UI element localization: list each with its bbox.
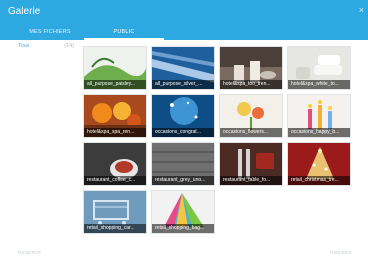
insert-button[interactable]: INSERER xyxy=(330,250,352,255)
close-icon[interactable]: × xyxy=(359,5,364,15)
gallery-item-caption: occasions_congrat... xyxy=(152,128,214,137)
gallery-item-caption: occasions_happy_b... xyxy=(288,128,350,137)
gallery-item[interactable]: retail_christmas_tre... xyxy=(287,142,351,186)
gallery-item[interactable]: restaurant_table_fo... xyxy=(219,142,283,186)
sidebar-item-count: (14) xyxy=(64,43,74,49)
sidebar-item-label: Tous xyxy=(18,43,30,49)
tab-mes-fichiers[interactable]: MES FICHIERS xyxy=(10,24,90,40)
gallery-item-caption: restaurant_coffee_c... xyxy=(84,176,146,185)
tab-bar: MES FICHIERS PUBLIC xyxy=(0,24,368,40)
gallery-item[interactable]: occasions_happy_b... xyxy=(287,94,351,138)
gallery-item[interactable]: retail_shopping_bag... xyxy=(151,190,215,234)
gallery-item-caption: hotel&spa_spa_ren... xyxy=(84,128,146,137)
reserve-button[interactable]: RESERVE xyxy=(18,250,42,255)
sidebar-item-tous[interactable]: Tous (14) xyxy=(18,43,74,53)
gallery-item[interactable]: hotel&spa_too_tren... xyxy=(219,46,283,90)
gallery-item-caption: occasions_flowers... xyxy=(220,128,282,137)
gallery-item[interactable]: restaurant_coffee_c... xyxy=(83,142,147,186)
gallery-item[interactable]: hotel&spa_spa_ren... xyxy=(83,94,147,138)
gallery-item-caption: restaurant_grey_uno... xyxy=(152,176,214,185)
gallery-item-caption: retail_christmas_tre... xyxy=(288,176,350,185)
dialog-title: Galerie xyxy=(8,6,41,17)
gallery-item[interactable]: occasions_congrat... xyxy=(151,94,215,138)
dialog-header: Galerie × xyxy=(0,0,368,24)
gallery-item[interactable]: restaurant_grey_uno... xyxy=(151,142,215,186)
gallery-item-caption: all_purpose_paisley... xyxy=(84,80,146,89)
gallery-item-caption: retail_shopping_bag... xyxy=(152,224,214,233)
gallery-item-caption: hotel&spa_too_tren... xyxy=(220,80,282,89)
gallery-item-caption: retail_shopping_car... xyxy=(84,224,146,233)
gallery-item[interactable]: all_purpose_paisley... xyxy=(83,46,147,90)
gallery-item-caption: all_purpose_silver_... xyxy=(152,80,214,89)
tab-public[interactable]: PUBLIC xyxy=(84,24,164,40)
gallery-item-caption: restaurant_table_fo... xyxy=(220,176,282,185)
gallery-item[interactable]: all_purpose_silver_... xyxy=(151,46,215,90)
gallery-item-caption: hotel&spa_white_to... xyxy=(288,80,350,89)
category-sidebar: Tous (14) xyxy=(18,43,74,53)
gallery-item[interactable]: occasions_flowers... xyxy=(219,94,283,138)
gallery-item[interactable]: retail_shopping_car... xyxy=(83,190,147,234)
gallery-item[interactable]: hotel&spa_white_to... xyxy=(287,46,351,90)
